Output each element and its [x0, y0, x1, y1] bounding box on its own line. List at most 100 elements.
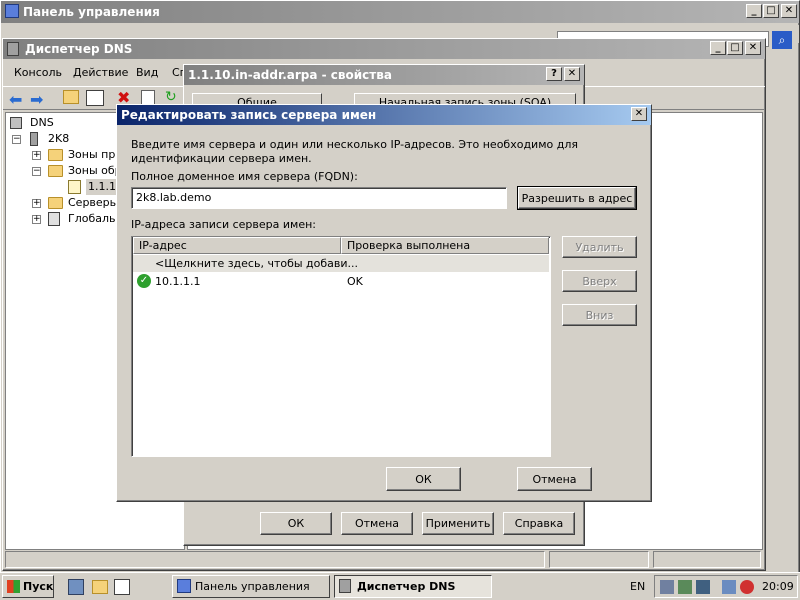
edit-ns-close-button[interactable]: ✕ [631, 107, 647, 121]
tree-expander-servers[interactable]: + [32, 199, 41, 208]
tree-expander-reverse[interactable]: − [32, 167, 41, 176]
move-up-button[interactable]: Вверх [562, 270, 637, 292]
taskbar-dns-manager[interactable]: Диспетчер DNS [334, 575, 492, 598]
tree-label-global: Глобальн [68, 212, 123, 225]
properties-cancel-button[interactable]: Отмена [341, 512, 413, 535]
zone-properties-help-button[interactable]: ? [546, 67, 562, 81]
ip-row-address: 10.1.1.1 [155, 275, 201, 288]
tree-expander-forward[interactable]: + [32, 151, 41, 160]
add-ip-row[interactable]: <Щелкните здесь, чтобы добави... [133, 255, 549, 272]
properties-apply-button[interactable]: Применить [422, 512, 494, 535]
edit-ns-description: Введите имя сервера и один или несколько… [131, 138, 578, 165]
fqdn-label: Полное доменное имя сервера (FQDN): [131, 170, 358, 183]
ip-list-label: IP-адреса записи сервера имен: [131, 218, 316, 231]
properties-ok-label: ОК [287, 517, 305, 530]
move-down-label: Вниз [585, 308, 614, 322]
menu-action[interactable]: Действие [71, 64, 130, 82]
language-indicator[interactable]: EN [630, 580, 645, 593]
menu-console[interactable]: Консоль [12, 64, 64, 82]
minimize-button[interactable]: _ [746, 4, 762, 18]
control-panel-task-icon [177, 579, 191, 593]
tree-label-dns: DNS [30, 116, 54, 129]
tray-alert-icon[interactable] [740, 580, 754, 594]
tree-label-server: 2K8 [48, 132, 70, 145]
tray-display-icon[interactable] [660, 580, 674, 594]
folder-icon [48, 149, 63, 161]
dns-task-icon [339, 579, 351, 593]
move-up-label: Вверх [582, 274, 617, 288]
edit-ns-record-dialog: Редактировать запись сервера имен ✕ Введ… [116, 104, 652, 502]
ip-row-status: OK [347, 275, 363, 288]
menu-view[interactable]: Вид [134, 64, 160, 82]
column-header-ip[interactable]: IP-адрес [133, 237, 341, 254]
clock[interactable]: 20:09 [762, 580, 794, 593]
windows-logo-icon [7, 580, 20, 593]
tree-label-forward: Зоны пря [68, 148, 122, 161]
delete-ip-button[interactable]: Удалить [562, 236, 637, 258]
ip-row[interactable]: ✓ 10.1.1.1 OK [133, 273, 549, 290]
taskbar-control-panel-label: Панель управления [195, 580, 310, 593]
maximize-button[interactable]: □ [763, 4, 779, 18]
status-panel-3 [653, 551, 761, 568]
properties-ok-button[interactable]: ОК [260, 512, 332, 535]
quick-launch-console-icon[interactable] [114, 579, 130, 595]
move-down-button[interactable]: Вниз [562, 304, 637, 326]
tray-network-icon[interactable] [678, 580, 692, 594]
folder-open-icon [48, 165, 63, 177]
tree-label-servers: Серверы [68, 196, 119, 209]
start-button[interactable]: Пуск [2, 575, 54, 598]
server-icon [30, 132, 38, 146]
dns-manager-titlebar[interactable]: Диспетчер DNS [3, 39, 765, 59]
fqdn-input[interactable]: 2k8.lab.demo [131, 187, 507, 209]
folder-icon [48, 197, 63, 209]
add-ip-row-text: <Щелкните здесь, чтобы добави... [155, 257, 359, 270]
taskbar-dns-label: Диспетчер DNS [357, 580, 456, 593]
zone-properties-title: 1.1.10.in-addr.arpa - свойства [188, 68, 392, 82]
ns-ok-button[interactable]: ОК [386, 467, 461, 491]
show-hide-tree-icon[interactable] [86, 90, 104, 106]
back-icon[interactable]: ⬅ [9, 90, 22, 109]
dns-maximize-button[interactable]: □ [727, 41, 743, 55]
check-icon: ✓ [137, 274, 151, 288]
resolve-label: Разрешить в адрес [521, 191, 633, 205]
tray-computer-icon[interactable] [722, 580, 736, 594]
properties-help-button[interactable]: Справка [503, 512, 575, 535]
zone-properties-close-button[interactable]: ✕ [564, 67, 580, 81]
forward-icon[interactable]: ➡ [30, 90, 43, 109]
up-folder-icon[interactable] [63, 90, 79, 104]
tree-expander-global[interactable]: + [32, 215, 41, 224]
edit-ns-titlebar[interactable]: Редактировать запись сервера имен [117, 105, 651, 125]
status-panel-1 [5, 551, 545, 568]
control-panel-title: Панель управления [23, 5, 160, 19]
edit-ns-title: Редактировать запись сервера имен [121, 108, 377, 122]
properties-cancel-label: Отмена [354, 517, 400, 530]
delete-ip-label: Удалить [575, 240, 624, 254]
status-panel-2 [549, 551, 649, 568]
zone-file-icon [68, 180, 81, 194]
dns-root-icon [10, 117, 22, 129]
resolve-button[interactable]: Разрешить в адрес [517, 186, 637, 210]
dns-status-bar [5, 551, 763, 569]
properties-help-label: Справка [514, 517, 564, 530]
control-panel-icon [5, 4, 19, 18]
ns-ok-label: ОК [415, 472, 432, 486]
dns-close-button[interactable]: ✕ [745, 41, 761, 55]
close-button[interactable]: ✕ [781, 4, 797, 18]
taskbar-control-panel[interactable]: Панель управления [172, 575, 330, 598]
control-panel-titlebar[interactable]: Панель управления [1, 1, 799, 23]
search-icon[interactable]: ⌕ [772, 31, 792, 49]
ip-address-list[interactable]: IP-адрес Проверка выполнена <Щелкните зд… [131, 236, 551, 457]
zone-properties-titlebar[interactable]: 1.1.10.in-addr.arpa - свойства [184, 65, 584, 85]
ns-cancel-button[interactable]: Отмена [517, 467, 592, 491]
tray-monitor-icon[interactable] [696, 580, 710, 594]
tree-expander-server[interactable]: − [12, 135, 21, 144]
global-logs-icon [48, 212, 60, 226]
ns-cancel-label: Отмена [532, 472, 577, 486]
quick-launch-folder-icon[interactable] [92, 580, 108, 594]
dns-minimize-button[interactable]: _ [710, 41, 726, 55]
properties-apply-label: Применить [425, 517, 491, 530]
quick-launch-server-icon[interactable] [68, 579, 84, 595]
column-header-verified[interactable]: Проверка выполнена [341, 237, 549, 254]
refresh-icon[interactable]: ↻ [165, 89, 177, 105]
dns-manager-title: Диспетчер DNS [25, 42, 133, 56]
